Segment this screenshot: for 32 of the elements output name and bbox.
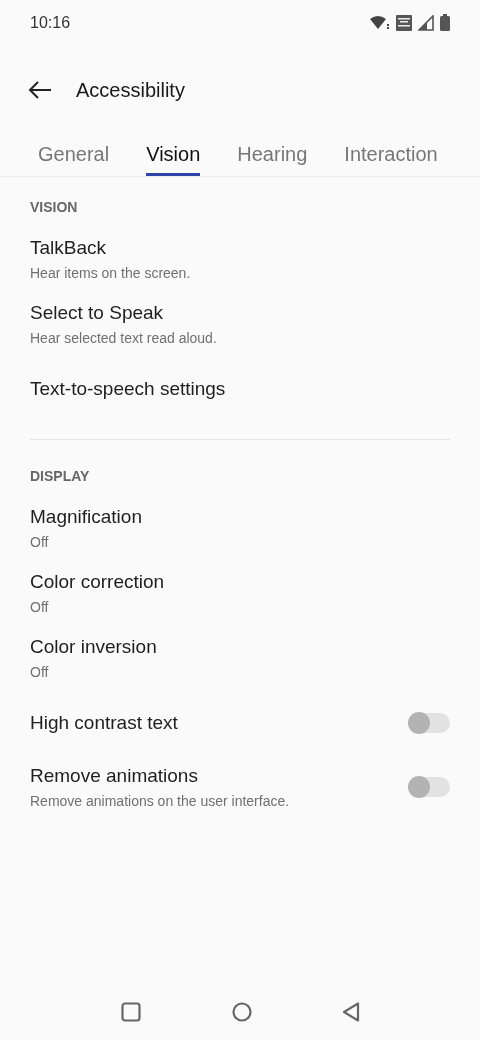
battery-icon (440, 14, 450, 31)
setting-summary: Hear items on the screen. (30, 265, 191, 281)
tab[interactable]: Interaction (344, 135, 438, 176)
home-icon[interactable] (231, 1002, 252, 1022)
setting-summary: Off (30, 534, 50, 550)
setting-title[interactable]: Text-to-speech settings (30, 377, 226, 400)
signal-icon (418, 14, 434, 31)
page-title: Accessibility (76, 78, 185, 102)
back-arrow-icon[interactable] (28, 81, 52, 99)
wifi-icon (370, 15, 390, 30)
status-time: 10:16 (30, 13, 71, 32)
setting-title[interactable]: Color inversion (30, 636, 157, 658)
tab[interactable]: Vision (146, 135, 201, 176)
setting-summary: Off (30, 599, 50, 615)
setting-title[interactable]: Color correction (30, 571, 165, 593)
toggle-switch[interactable] (408, 777, 450, 797)
setting-title[interactable]: Magnification (30, 506, 142, 528)
setting-title[interactable]: TalkBack (30, 237, 191, 259)
setting-title[interactable]: Remove animations (30, 765, 290, 787)
setting-summary: Hear selected text read aloud. (30, 330, 217, 346)
recents-icon[interactable] (121, 1002, 141, 1022)
back-icon[interactable] (342, 1002, 360, 1022)
setting-summary: Remove animations on the user interface. (30, 793, 290, 809)
setting-title[interactable]: High contrast text (30, 711, 178, 734)
volte-icon (396, 14, 412, 31)
toggle-switch[interactable] (408, 712, 450, 733)
section-heading: DISPLAY (29, 467, 91, 486)
tab[interactable]: Hearing (237, 135, 308, 176)
tab[interactable]: General (38, 135, 110, 176)
section-heading: VISION (29, 198, 79, 217)
setting-summary: Off (30, 664, 50, 680)
setting-title[interactable]: Select to Speak (30, 302, 217, 324)
